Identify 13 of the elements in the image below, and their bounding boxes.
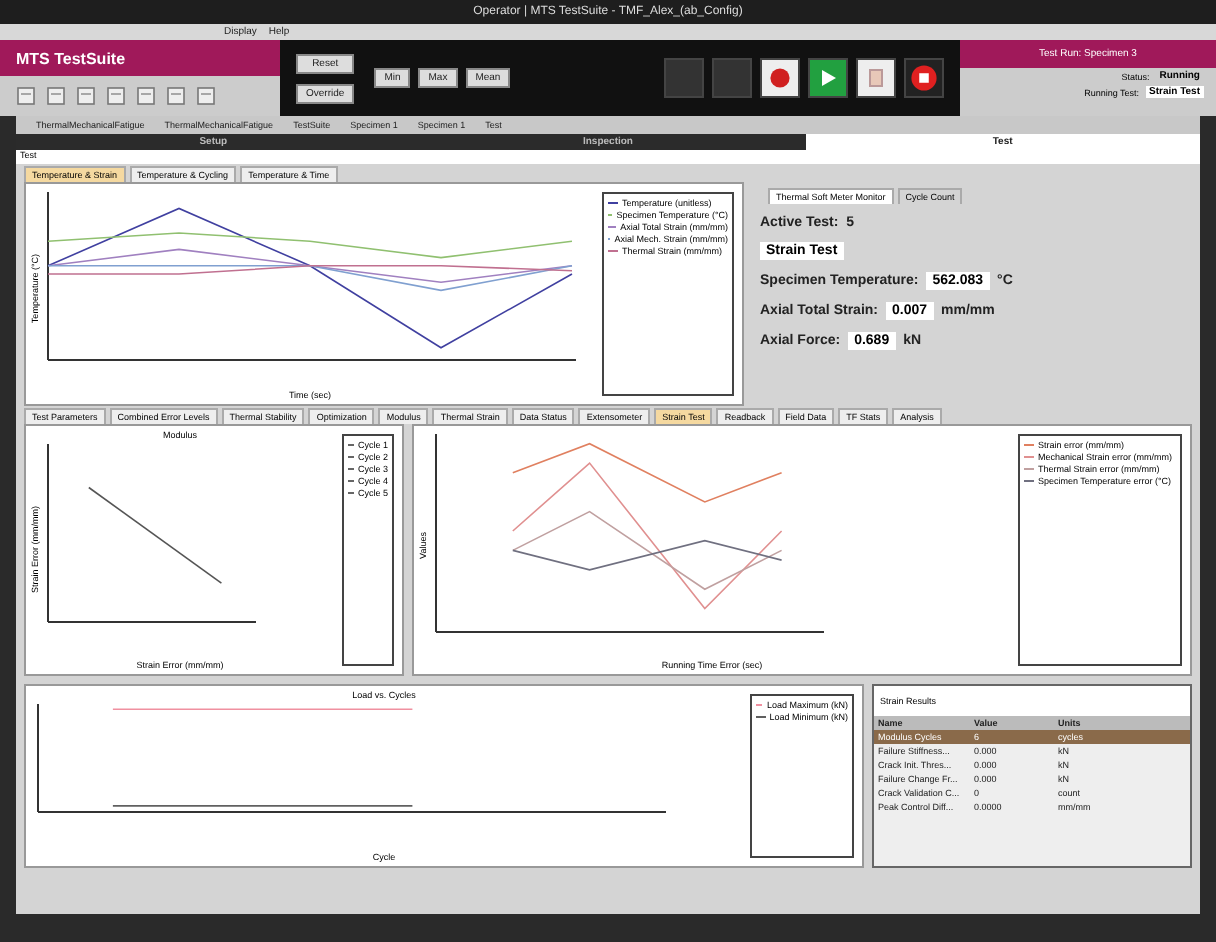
record-icon bbox=[768, 66, 792, 90]
run-button[interactable] bbox=[808, 58, 848, 98]
document-icon[interactable] bbox=[46, 86, 66, 106]
play-icon bbox=[818, 68, 838, 88]
stop-icon bbox=[910, 64, 938, 92]
document-icon[interactable] bbox=[16, 86, 36, 106]
app-logo: MTS TestSuite bbox=[0, 40, 280, 76]
record-button[interactable] bbox=[760, 58, 800, 98]
chart-line bbox=[88, 486, 223, 584]
stop-button[interactable] bbox=[904, 58, 944, 98]
hold-button[interactable] bbox=[856, 58, 896, 98]
pause-icon bbox=[868, 68, 884, 88]
document-icon[interactable] bbox=[76, 86, 96, 106]
